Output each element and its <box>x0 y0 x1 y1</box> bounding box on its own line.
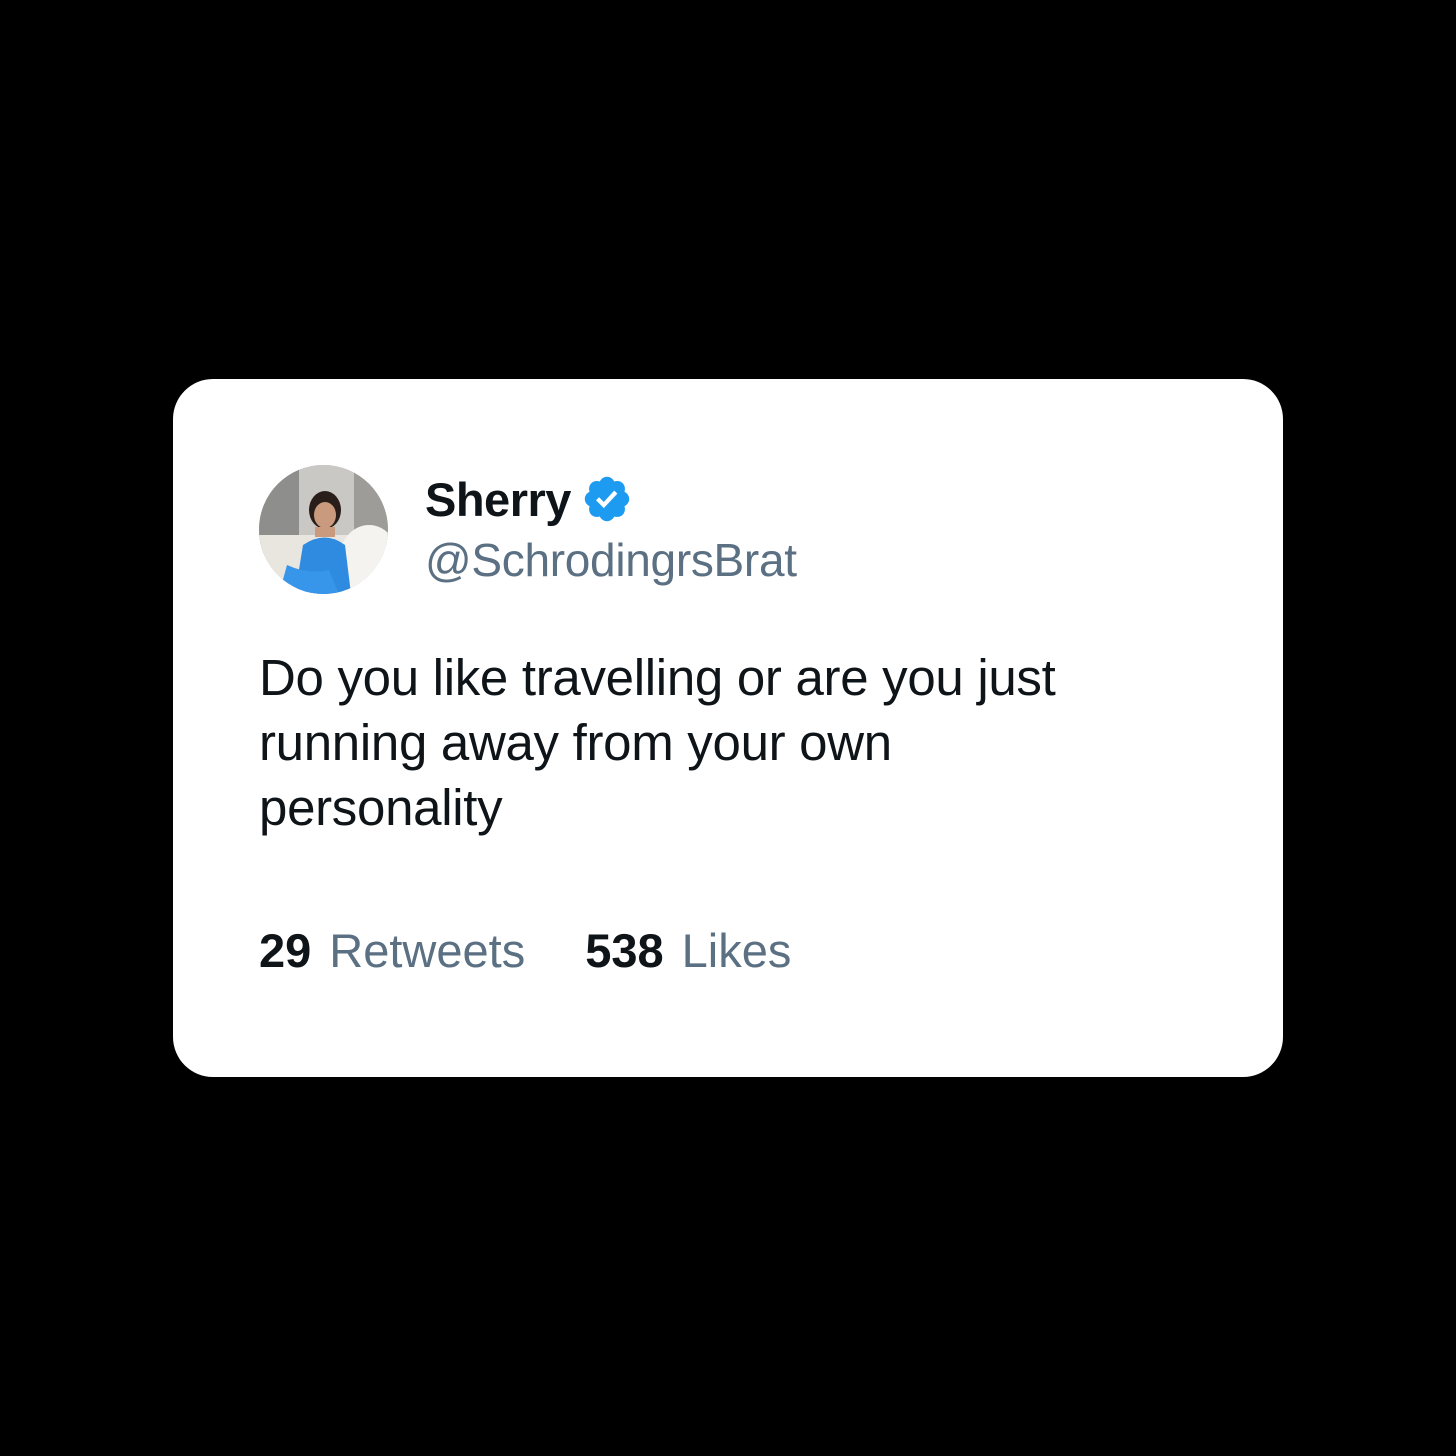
retweets-label: Retweets <box>329 924 526 977</box>
tweet-text: Do you like travelling or are you just r… <box>259 645 1179 840</box>
author-info: Sherry @SchrodingrsBrat <box>425 467 797 587</box>
tweet-card: Sherry @SchrodingrsBrat Do you like trav… <box>173 379 1283 1077</box>
likes-label: Likes <box>681 924 792 977</box>
verified-badge-icon <box>581 473 633 525</box>
name-row: Sherry <box>425 467 797 531</box>
user-handle[interactable]: @SchrodingrsBrat <box>425 533 797 587</box>
retweets-stat[interactable]: 29 Retweets <box>259 923 525 978</box>
likes-stat[interactable]: 538 Likes <box>585 923 791 978</box>
avatar-photo <box>259 465 388 594</box>
display-name[interactable]: Sherry <box>425 472 571 527</box>
tweet-text-line: Do you like travelling or are you just <box>259 649 1056 706</box>
retweets-count: 29 <box>259 924 312 977</box>
tweet-stats: 29 Retweets 538 Likes <box>259 923 791 978</box>
likes-count: 538 <box>585 924 664 977</box>
avatar[interactable] <box>259 465 388 594</box>
tweet-text-line: running away from your own <box>259 714 892 771</box>
tweet-text-line: personality <box>259 779 503 836</box>
